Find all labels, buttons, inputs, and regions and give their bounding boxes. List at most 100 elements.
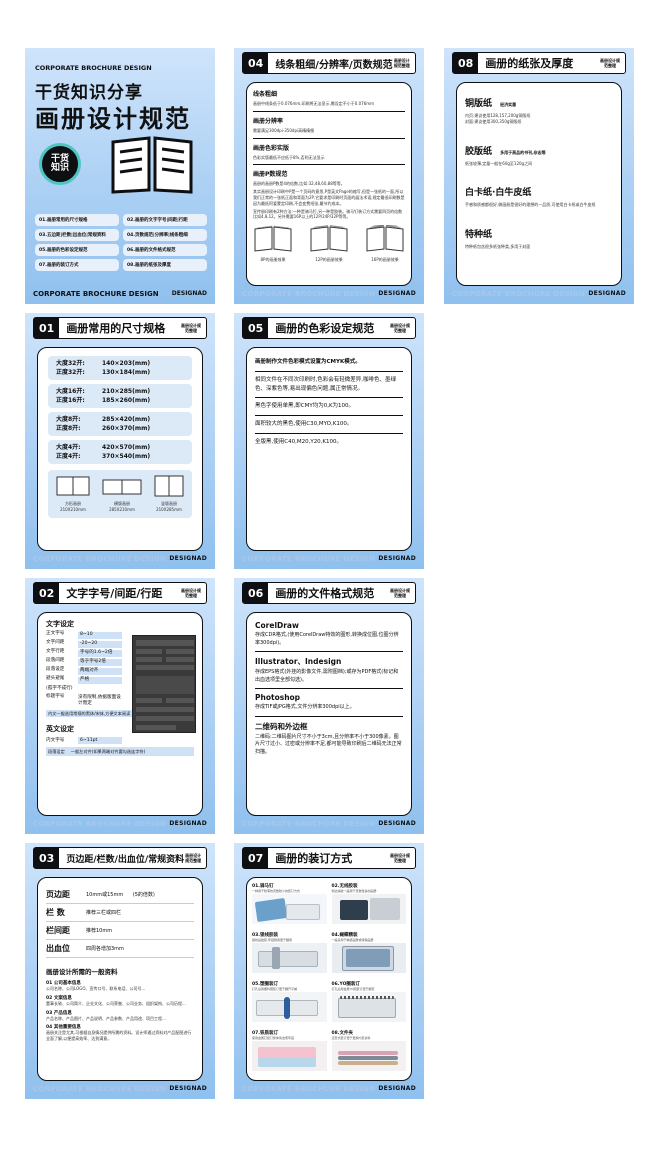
paper-item: 白卡纸·白牛皮纸 手感和质感都很好,做画册是很好的理想的一品质,可使用白卡纸或白… [465, 188, 596, 208]
cover-badge: 干货 知识 [39, 143, 81, 185]
page-02-content: 文字设定 正文字号 8~10 文字间距 -20~20 文字行距 字号的1.6~2倍 段… [37, 612, 203, 816]
paper-item: 特种纸 特种纸包含很多纸张种类,多用于封面 [465, 230, 531, 250]
binding-item: 03.锁线胶装 锁线后胶装,牢固耐用便于翻阅 [252, 932, 327, 977]
cover-top-label: CORPORATE BROCHURE DESIGN [35, 64, 152, 72]
page-number: 01 [34, 318, 60, 338]
menu-item: 03.五边距|栏数|出血位|常规资料 [35, 229, 119, 241]
material-item: 01 公司基本信息 公司名称、公司LOGO、宣传口号、联系电话、公司号... [46, 981, 146, 991]
page-03-content: 页边距 10mm或15mm (5的倍数) 栏 数推荐三栏或四栏 栏间距 推荐10mm… [37, 877, 203, 1081]
page-07-header: 07 画册的装订方式 画册设计规范整理 [242, 847, 416, 869]
page-01-header: 01 画册常用的尺寸规格 画册设计规范整理 [33, 317, 207, 339]
page-footer: CORPORATE BROCHURE DESIGN DESIGNAD [452, 290, 626, 298]
page-count-title: 画册P数规范 [253, 171, 288, 179]
menu-item: 07.画册的装订方式 [35, 259, 119, 271]
page-footer: CORPORATE BROCHURE DESIGN DESIGNAD [33, 1085, 207, 1093]
format-item: CorelDraw 存成CDR格式,(使用CorelDraw特效的图形,转换成位… [255, 621, 399, 646]
page-subtitle: 画册设计规范整理 [390, 322, 410, 333]
page-06-card: 06 画册的文件格式规范 画册设计规范整理 CorelDraw 存成CDR格式,… [234, 578, 424, 834]
binding-photo [331, 992, 406, 1022]
page-count-text-1: 画册的画册P数是4的倍数,比如:32,48,60,88等等。 [253, 181, 345, 187]
page-06-header: 06 画册的文件格式规范 画册设计规范整理 [242, 582, 416, 604]
resolution-title: 画册分辨率 [253, 117, 284, 125]
line-weight-title: 线条粗细 [253, 91, 278, 98]
page-08-content: 铜版纸 经济实惠 内页:建议使用128,157,200g铜版纸 封面:建议使用3… [456, 82, 622, 286]
page-title: 画册的装订方式 [275, 852, 353, 865]
page-01-card: 01 画册常用的尺寸规格 画册设计规范整理 大度32开: 140×203(mm) … [25, 313, 215, 569]
size-group: 大度4开: 420×570(mm) 正度4开: 370×540(mm) [48, 440, 192, 464]
page-number: 06 [243, 583, 269, 603]
paper-item: 铜版纸 经济实惠 内页:建议使用128,157,200g铜版纸 封面:建议使用3… [465, 99, 531, 124]
page-04-content: 线条粗细 画册中线条低于0.076mm,印刷将无法显示,需设定不小于0.076m… [246, 82, 412, 286]
panel-mockup [132, 635, 196, 733]
page-title: 页边距/栏数/出血位/常规资料 [66, 854, 185, 865]
page-number: 04 [243, 53, 269, 73]
page-07-card: 07 画册的装订方式 画册设计规范整理 01.骑马钉 一种用于较薄的页数较少的装… [234, 843, 424, 1099]
page-number: 03 [34, 848, 60, 868]
color-rule-4: 面积较大的黑色,使用C30,MYO,K100。 [255, 421, 353, 428]
format-item: 二维码和外边框 二维码:二维码图片尺寸不小于3cm,且分辨率不小于300像素。图… [255, 721, 402, 755]
binding-photo [252, 1041, 327, 1071]
binding-item: 04.蝴蝶精装 一般多用于精装画册或特殊画册 [331, 932, 406, 977]
binding-photo [331, 894, 406, 924]
cover-footer: CORPORATE BROCHURE DESIGN DESIGNAD [33, 290, 207, 298]
text-settings-title: 文字设定 [46, 620, 74, 628]
page-number: 05 [243, 318, 269, 338]
binding-item: 01.骑马钉 一种用于较薄的页数较少的装订方式 [252, 883, 327, 928]
page-title: 线条粗细/分辨率/页数规范 [275, 59, 393, 71]
margin-row: 出血位 四周各增加3mm [46, 940, 194, 958]
color-tint-text: 色彩实版最低不应低于8%,否则无法显示 [253, 154, 325, 160]
page-subtitle: 画册设计规范整理 [600, 57, 620, 68]
menu-item: 08.画册的纸张及厚度 [123, 259, 207, 271]
line-weight-text: 画册中线条低于0.076mm,印刷将无法显示,需设定不小于0.076mm [253, 101, 375, 106]
page-footer: CORPORATE BROCHURE DESIGN DESIGNAD [242, 820, 416, 828]
margin-row: 栏 数推荐三栏或四栏 [46, 904, 194, 922]
page-04-card: 04 线条粗细/分辨率/页数规范 画册设计规范整理 线条粗细 画册中线条低于0.… [234, 48, 424, 304]
page-title: 画册的色彩设定规范 [275, 322, 375, 335]
page-01-content: 大度32开: 140×203(mm) 正度32开: 130×184(mm) 大度16… [37, 347, 203, 551]
format-sample: 方形画册 210X210mm [56, 475, 90, 513]
page-02-header: 02 文字字号/间距/行距 画册设计规范整理 [33, 582, 207, 604]
page-05-content: 画册制作文件色彩模式设置为CMYK模式。 相同文件在不同次印刷时,色彩会有轻微差… [246, 347, 412, 551]
cover-brand: DESIGNAD [171, 290, 207, 297]
page-subtitle: 画册设计规范整理 [185, 852, 202, 863]
page-title: 画册的纸张及厚度 [485, 57, 574, 70]
material-item: 03 产品信息 产品名称、产品图片、产品说明、产品参数、产品用途、项目工程... [46, 1010, 166, 1021]
page-count-text-3: 宣传册印刷有2种方法:一种是骑马钉,另一种是胶装。骑马钉装订方式需要四页的倍数比… [253, 208, 403, 220]
binding-photo [252, 894, 327, 924]
book-sample: 12P的画册效果 [309, 225, 349, 263]
cover-menu: 01.画册常用的尺寸规格 02.画册的文字字号|间距|行距 03.五边距|栏数|… [35, 214, 207, 271]
page-06-content: CorelDraw 存成CDR格式,(使用CorelDraw特效的图形,转换成位… [246, 612, 412, 816]
materials-title: 画册设计所需的一般资料 [46, 968, 118, 976]
page-subtitle: 画册设计规范整理 [390, 587, 410, 598]
format-sample: 竖版画册 210X285mm [154, 475, 184, 513]
page-subtitle: 画册设计规范整理 [181, 322, 201, 333]
binding-item: 02.无线胶装 侧边涂胶一般用于页数较多的画册 [331, 883, 406, 928]
format-sample: 横版画册 285X210mm [102, 475, 142, 513]
page-07-content: 01.骑马钉 一种用于较薄的页数较少的装订方式 02.无线胶装 侧边涂胶一般用于… [246, 877, 412, 1081]
page-02-card: 02 文字字号/间距/行距 画册设计规范整理 文字设定 正文字号 8~10 文字间… [25, 578, 215, 834]
resolution-text: 需要满足300dpi-350dpi高精精细 [253, 127, 315, 133]
binding-photo [252, 992, 327, 1022]
size-group: 大度8开: 285×420(mm) 正度8开: 260×370(mm) [48, 412, 192, 436]
page-08-card: 08 画册的纸张及厚度 画册设计规范整理 铜版纸 经济实惠 内页:建议使用128… [444, 48, 634, 304]
badge-line2: 知识 [50, 162, 69, 173]
page-title: 画册常用的尺寸规格 [66, 322, 166, 335]
page-count-text-2: 其实画册设计印刷中P是一个页码的意思,P是英文Page的缩写,但是一张纸的一面,… [253, 189, 405, 206]
cover-title-line2: 画册设计规范 [35, 105, 191, 133]
open-book-icon [111, 136, 193, 194]
page-subtitle: 画册设计规范整理 [393, 57, 410, 68]
binding-photo [331, 1041, 406, 1071]
paper-item: 胶版纸 多用于高品的书刊,杂志等 纸张较薄,定量一般在60g至120g之间 [465, 146, 546, 166]
page-footer: CORPORATE BROCHURE DESIGN DESIGNAD [242, 290, 416, 298]
book-sample: 8P的画册效果 [253, 225, 293, 263]
page-footer: CORPORATE BROCHURE DESIGN DESIGNAD [33, 820, 207, 828]
margin-row: 页边距 10mm或15mm (5的倍数) [46, 886, 194, 904]
binding-item: 07.铁质装订 使用金属钉装订整体简洁而牢固 [252, 1030, 327, 1075]
size-group: 大度16开: 210×285(mm) 正度16开: 185×260(mm) [48, 384, 192, 408]
page-subtitle: 画册设计规范整理 [390, 852, 410, 863]
page-03-card: 03 页边距/栏数/出血位/常规资料 画册设计规范整理 页边距 10mm或15mm… [25, 843, 215, 1099]
color-tint-title: 画册色彩实版 [253, 144, 290, 152]
book-sample: 16P的画册效果 [365, 224, 405, 263]
page-title: 文字字号/间距/行距 [66, 587, 163, 600]
format-item: Illustrator、Indesign 存成EPS格式(外挂的影像文件,需附图… [255, 657, 399, 683]
